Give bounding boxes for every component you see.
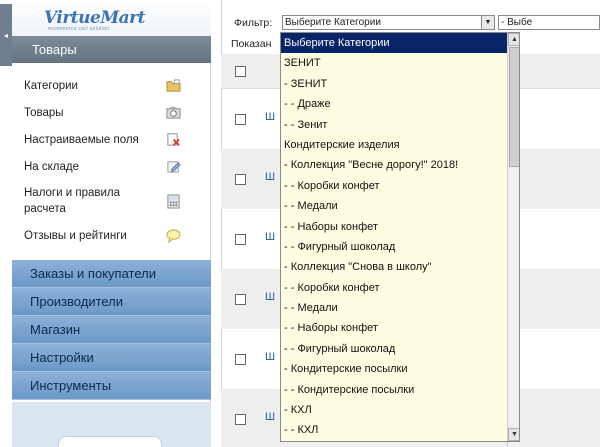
edit-icon xyxy=(167,161,181,173)
sidebar-item-taxes[interactable]: Налоги и правила расчета xyxy=(12,180,211,222)
dropdown-option[interactable]: - ЗЕНИТ xyxy=(281,74,519,94)
product-link[interactable]: Ш xyxy=(265,231,275,243)
dropdown-scrollbar[interactable]: ▲ ▼ xyxy=(507,33,519,441)
sidebar-item-stock[interactable]: На складе xyxy=(12,153,211,180)
dropdown-option[interactable]: - - КХЛ xyxy=(281,420,519,440)
product-link[interactable]: Ш xyxy=(265,291,275,303)
dropdown-option[interactable]: - - Фигурный шоколад xyxy=(281,339,519,359)
secondary-filter-select[interactable]: - Выбе xyxy=(498,15,600,30)
section-products[interactable]: Товары xyxy=(12,36,211,63)
dropdown-option[interactable]: - Кондитерские посылки xyxy=(281,359,519,379)
section-tools[interactable]: Инструменты xyxy=(12,372,211,400)
dropdown-option[interactable]: - - Наборы конфет xyxy=(281,217,519,237)
dropdown-option[interactable]: - - Медали xyxy=(281,196,519,216)
row-checkbox[interactable] xyxy=(235,114,246,125)
sidebar-item-label: Товары xyxy=(24,106,64,119)
sidebar-item-products[interactable]: Товары xyxy=(12,99,211,126)
shown-label: Показан xyxy=(231,38,272,50)
sidebar-item-label: Настраиваемые поля xyxy=(24,133,139,146)
dropdown-option[interactable]: - Коллекция "Снова в школу" xyxy=(281,257,519,277)
dropdown-option[interactable]: - - Фигурный шоколад xyxy=(281,237,519,257)
custom-fields-icon xyxy=(167,133,180,146)
dropdown-option[interactable]: - - Медали xyxy=(281,298,519,318)
sidebar-item-label: Отзывы и рейтинги xyxy=(24,229,127,242)
dropdown-option[interactable]: - - Зенит xyxy=(281,115,519,135)
chevron-down-icon[interactable]: ▼ xyxy=(481,16,494,29)
collapse-sidebar-button[interactable]: ◂ xyxy=(0,4,12,66)
dropdown-option[interactable]: ЗЕНИТ xyxy=(281,53,519,73)
sidebar-footer-box xyxy=(58,436,162,447)
row-checkbox[interactable] xyxy=(235,294,246,305)
logo-area: VirtueMart ecommerce cart solution xyxy=(0,0,211,36)
virtuemart-logo[interactable]: VirtueMart ecommerce cart solution xyxy=(44,8,164,36)
product-link[interactable]: Ш xyxy=(265,111,275,123)
section-settings[interactable]: Настройки xyxy=(12,344,211,372)
sidebar-item-reviews[interactable]: Отзывы и рейтинги xyxy=(12,222,211,249)
section-manufacturers[interactable]: Производители xyxy=(12,288,211,316)
logo-subtitle: ecommerce cart solution xyxy=(48,26,110,32)
sidebar-item-label: Налоги и правила расчета xyxy=(24,187,121,215)
calculator-icon xyxy=(167,193,180,209)
sidebar-footer xyxy=(12,402,211,447)
select-all-checkbox[interactable] xyxy=(235,66,246,77)
sidebar-item-label: Категории xyxy=(24,79,78,92)
row-checkbox[interactable] xyxy=(235,174,246,185)
products-menu: Категории Товары Настраиваемые поля На с… xyxy=(12,72,211,249)
dropdown-option[interactable]: - - Наборы конфет xyxy=(281,318,519,338)
row-checkbox[interactable] xyxy=(235,234,246,245)
product-link[interactable]: Ш xyxy=(265,351,275,363)
filter-row: Фильтр: Выберите Категории ▼ - Выбе xyxy=(221,13,600,33)
scroll-down-icon[interactable]: ▼ xyxy=(508,428,519,441)
product-link[interactable]: Ш xyxy=(265,411,275,423)
filter-label: Фильтр: xyxy=(234,17,273,29)
dropdown-option[interactable]: - КХЛ xyxy=(281,400,519,420)
sidebar: VirtueMart ecommerce cart solution ◂ Тов… xyxy=(0,0,211,447)
sidebar-item-categories[interactable]: Категории xyxy=(12,72,211,99)
dropdown-option[interactable]: - - Коробки конфет xyxy=(281,278,519,298)
sidebar-item-custom-fields[interactable]: Настраиваемые поля xyxy=(12,126,211,153)
dropdown-scrollbar-thumb[interactable] xyxy=(509,47,519,167)
comment-icon xyxy=(166,229,181,243)
camera-icon xyxy=(166,106,181,119)
dropdown-option[interactable]: - - Драже xyxy=(281,94,519,114)
section-orders-customers[interactable]: Заказы и покупатели xyxy=(12,260,211,288)
scroll-up-icon[interactable]: ▲ xyxy=(508,33,519,46)
sidebar-sections: Заказы и покупатели Производители Магази… xyxy=(12,260,211,400)
category-filter-select[interactable]: Выберите Категории ▼ xyxy=(282,15,495,30)
folder-icon xyxy=(166,79,181,92)
section-shop[interactable]: Магазин xyxy=(12,316,211,344)
row-checkbox[interactable] xyxy=(235,414,246,425)
dropdown-option[interactable]: - - Кондитерские посылки xyxy=(281,380,519,400)
dropdown-option[interactable]: - - Коробки конфет xyxy=(281,176,519,196)
dropdown-option[interactable]: - Коллекция "Весне дорогу!" 2018! xyxy=(281,155,519,175)
dropdown-option[interactable]: Кондитерские изделия xyxy=(281,135,519,155)
product-link[interactable]: Ш xyxy=(265,171,275,183)
category-dropdown-list[interactable]: Выберите Категории ЗЕНИТ - ЗЕНИТ - - Дра… xyxy=(280,32,520,442)
logo-text: VirtueMart xyxy=(44,8,145,28)
row-checkbox[interactable] xyxy=(235,354,246,365)
sidebar-item-label: На складе xyxy=(24,160,80,173)
dropdown-option-selected[interactable]: Выберите Категории xyxy=(281,33,519,54)
category-filter-value: Выберите Категории xyxy=(285,17,381,28)
